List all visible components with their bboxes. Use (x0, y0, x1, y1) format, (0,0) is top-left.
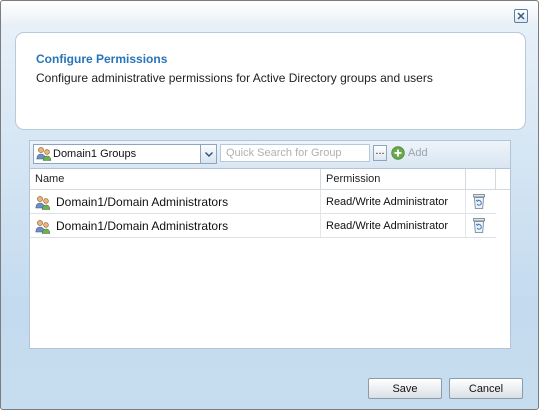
delete-icon[interactable] (471, 217, 487, 237)
cell-divider (465, 214, 466, 237)
close-icon (517, 12, 525, 20)
row-permission[interactable]: Read/Write Administrator (326, 220, 448, 232)
permissions-panel: Domain1 Groups ... Add Name Permission (29, 140, 511, 349)
grid-header: Name Permission (30, 169, 510, 190)
plus-circle-icon (391, 146, 405, 160)
table-row[interactable]: Domain1/Domain Administrators Read/Write… (30, 214, 496, 238)
row-group-name: Domain1/Domain Administrators (56, 219, 229, 233)
column-divider (465, 169, 466, 189)
group-icon (36, 146, 52, 164)
row-group-name: Domain1/Domain Administrators (56, 195, 229, 209)
column-header-permission[interactable]: Permission (326, 173, 380, 185)
delete-icon[interactable] (471, 193, 487, 213)
permissions-toolbar: Domain1 Groups ... Add (30, 141, 510, 169)
quick-search-input[interactable] (220, 144, 370, 162)
group-select-value: Domain1 Groups (53, 148, 137, 160)
group-select-dropdown[interactable]: Domain1 Groups (33, 144, 217, 164)
group-icon (35, 219, 51, 237)
save-button[interactable]: Save (368, 378, 442, 399)
add-button[interactable]: Add (391, 146, 428, 160)
group-icon (35, 195, 51, 213)
column-divider (495, 169, 496, 189)
close-button[interactable] (514, 9, 528, 23)
cell-divider (320, 214, 321, 237)
column-divider (320, 169, 321, 189)
cell-divider (320, 190, 321, 213)
row-permission[interactable]: Read/Write Administrator (326, 196, 448, 208)
column-header-name[interactable]: Name (35, 173, 64, 185)
page-description: Configure administrative permissions for… (36, 71, 433, 85)
add-label: Add (408, 147, 428, 159)
chevron-down-icon[interactable] (200, 145, 216, 163)
dialog-titlebar (1, 1, 538, 27)
cell-divider (465, 190, 466, 213)
configure-permissions-dialog: Configure Permissions Configure administ… (0, 0, 539, 410)
header-panel: Configure Permissions Configure administ… (15, 32, 526, 130)
table-row[interactable]: Domain1/Domain Administrators Read/Write… (30, 190, 496, 214)
page-title: Configure Permissions (36, 52, 168, 66)
browse-button[interactable]: ... (373, 145, 387, 161)
cancel-button[interactable]: Cancel (449, 378, 523, 399)
